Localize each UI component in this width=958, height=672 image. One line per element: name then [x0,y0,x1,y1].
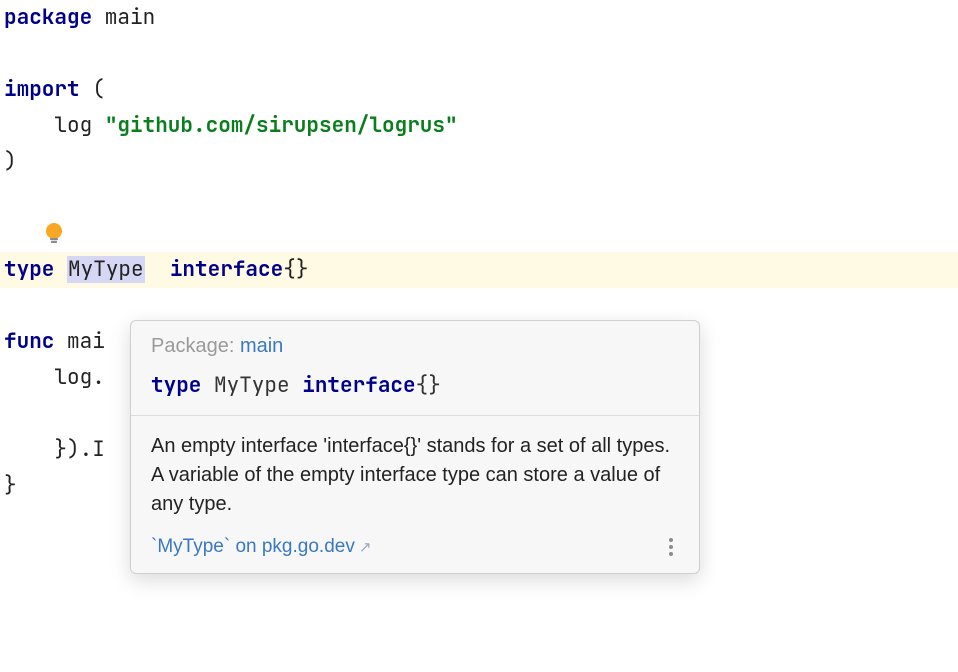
popup-body: An empty interface 'interface{}' stands … [131,416,699,529]
sig-braces: {} [416,372,441,399]
code-line[interactable]: log "github.com/sirupsen/logrus" [0,108,958,144]
popup-header: Package: main type MyType interface{} [131,321,699,416]
code-line[interactable]: package main [0,0,958,36]
identifier-partial: mai [54,328,104,355]
signature: type MyType interface{} [151,372,679,399]
code-fragment: }).I [54,436,104,463]
external-doc-link[interactable]: `MyType` on pkg.go.dev↗ [151,536,371,558]
sig-name: MyType [201,372,302,399]
code-line[interactable]: ) [0,144,958,180]
intention-bulb-row [0,216,958,252]
package-line: Package: main [151,335,679,358]
indent [4,112,54,139]
keyword-import: import [4,76,80,103]
code-line-highlighted[interactable]: type MyType interface{} [0,252,958,288]
code-line-blank[interactable] [0,288,958,324]
indent [4,364,54,391]
external-link-icon: ↗ [359,539,372,556]
brace-close: } [4,472,17,499]
selected-identifier[interactable]: MyType [67,256,145,283]
package-link[interactable]: main [240,335,283,357]
keyword-func: func [4,328,54,355]
keyword-package: package [4,4,92,31]
import-alias: log [54,112,104,139]
more-options-icon[interactable] [659,535,683,559]
code-fragment: log. [54,364,104,391]
paren-open: ( [80,76,105,103]
space [145,256,170,283]
indent [4,436,54,463]
package-label: Package: [151,335,240,357]
keyword-interface: interface [170,256,283,283]
code-line-blank[interactable] [0,180,958,216]
intention-bulb-icon[interactable] [44,222,64,246]
braces: {} [283,256,308,283]
keyword-type: type [4,256,54,283]
code-line[interactable]: import ( [0,72,958,108]
paren-close: ) [4,148,17,175]
code-line-blank[interactable] [0,36,958,72]
identifier-main: main [92,4,155,31]
keyword-type: type [151,372,201,399]
space [54,256,67,283]
keyword-interface: interface [302,372,415,399]
link-text: `MyType` on pkg.go.dev [151,536,355,557]
import-path: "github.com/sirupsen/logrus" [105,112,458,139]
quick-doc-popup[interactable]: Package: main type MyType interface{} An… [130,320,700,574]
popup-footer: `MyType` on pkg.go.dev↗ [131,529,699,573]
doc-text: An empty interface 'interface{}' stands … [151,435,670,515]
